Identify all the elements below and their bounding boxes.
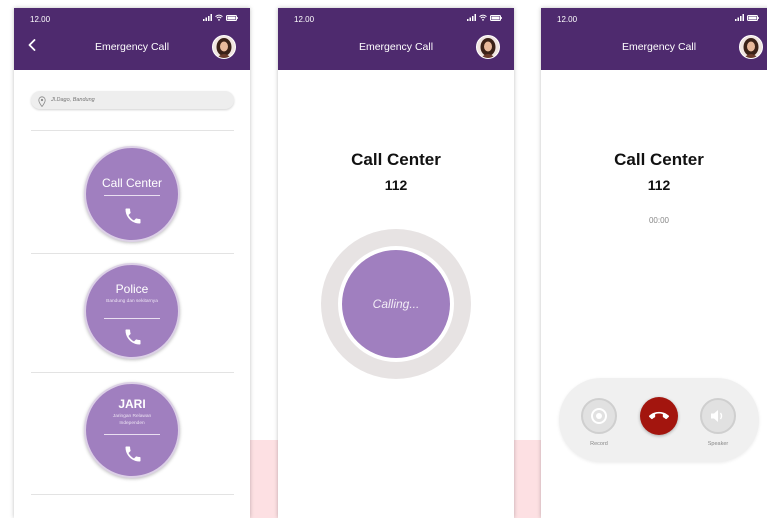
police-button[interactable]: Police Bandung dan sekitarnya xyxy=(84,263,180,359)
call-name: Call Center xyxy=(614,150,704,169)
profile-photo-icon xyxy=(216,38,232,58)
call-timer: 00:00 xyxy=(648,216,670,225)
phone-icon xyxy=(125,208,141,224)
status-time: 12.00 xyxy=(557,15,578,24)
divider xyxy=(31,494,234,495)
wifi-icon xyxy=(479,14,487,21)
divider xyxy=(104,195,160,196)
jari-button[interactable]: JARI Jaringan Relawan Independen xyxy=(84,382,180,478)
service-description: Bandung dan sekitarnya xyxy=(106,299,158,304)
service-name: Police xyxy=(115,282,149,296)
signal-icon xyxy=(735,14,744,21)
service-name: Call Center xyxy=(101,176,163,190)
status-icons xyxy=(203,14,238,21)
profile-photo-icon xyxy=(743,38,759,58)
avatar[interactable] xyxy=(739,35,763,59)
call-center-button[interactable]: Call Center xyxy=(84,146,180,242)
status-time: 12.00 xyxy=(30,15,51,24)
battery-icon xyxy=(747,14,759,21)
divider xyxy=(31,372,234,373)
background-accent xyxy=(248,440,278,518)
divider xyxy=(104,434,160,435)
app-header: 12.00 Emergency Call xyxy=(14,8,250,70)
status-icons xyxy=(467,14,502,21)
phone-screen-in-call: 12.00 Emergency Call Call Center 112 00:… xyxy=(541,8,767,518)
call-controls: Record Speaker xyxy=(559,378,759,462)
battery-icon xyxy=(226,14,238,21)
signal-icon xyxy=(467,14,476,21)
divider xyxy=(104,318,160,319)
phone-icon xyxy=(125,329,141,345)
avatar[interactable] xyxy=(476,35,500,59)
record-icon xyxy=(591,408,607,424)
wifi-icon xyxy=(215,14,223,21)
location-input[interactable] xyxy=(51,93,221,107)
divider xyxy=(31,253,234,254)
location-pin-icon xyxy=(38,94,46,112)
app-header: 12.00 Emergency Call xyxy=(541,8,767,70)
speaker-button[interactable] xyxy=(700,398,736,434)
background-accent xyxy=(514,440,542,518)
record-label: Record xyxy=(590,441,608,447)
divider xyxy=(31,130,234,131)
phone-icon xyxy=(125,446,141,462)
service-name: JARI xyxy=(118,397,146,411)
call-number: 112 xyxy=(384,177,408,193)
location-search[interactable] xyxy=(31,91,234,109)
speaker-icon xyxy=(711,410,723,422)
end-call-button[interactable] xyxy=(640,397,678,435)
app-header: 12.00 Emergency Call xyxy=(278,8,514,70)
page-title: Emergency Call xyxy=(621,41,697,53)
status-time: 12.00 xyxy=(294,15,315,24)
hang-up-icon xyxy=(649,411,669,420)
call-name: Call Center xyxy=(351,150,441,169)
phone-screen-calling: 12.00 Emergency Call Call Center 112 Cal… xyxy=(278,8,514,518)
call-number: 112 xyxy=(647,177,671,193)
signal-icon xyxy=(203,14,212,21)
status-icons xyxy=(735,14,759,21)
profile-photo-icon xyxy=(480,38,496,58)
battery-icon xyxy=(490,14,502,21)
avatar[interactable] xyxy=(212,35,236,59)
service-description: Jaringan Relawan Independen xyxy=(112,414,152,426)
phone-screen-emergency-list: 12.00 Emergency Call Call Center Police … xyxy=(14,8,250,518)
speaker-label: Speaker xyxy=(707,441,729,447)
calling-indicator: Calling... xyxy=(342,250,450,358)
record-button[interactable] xyxy=(581,398,617,434)
